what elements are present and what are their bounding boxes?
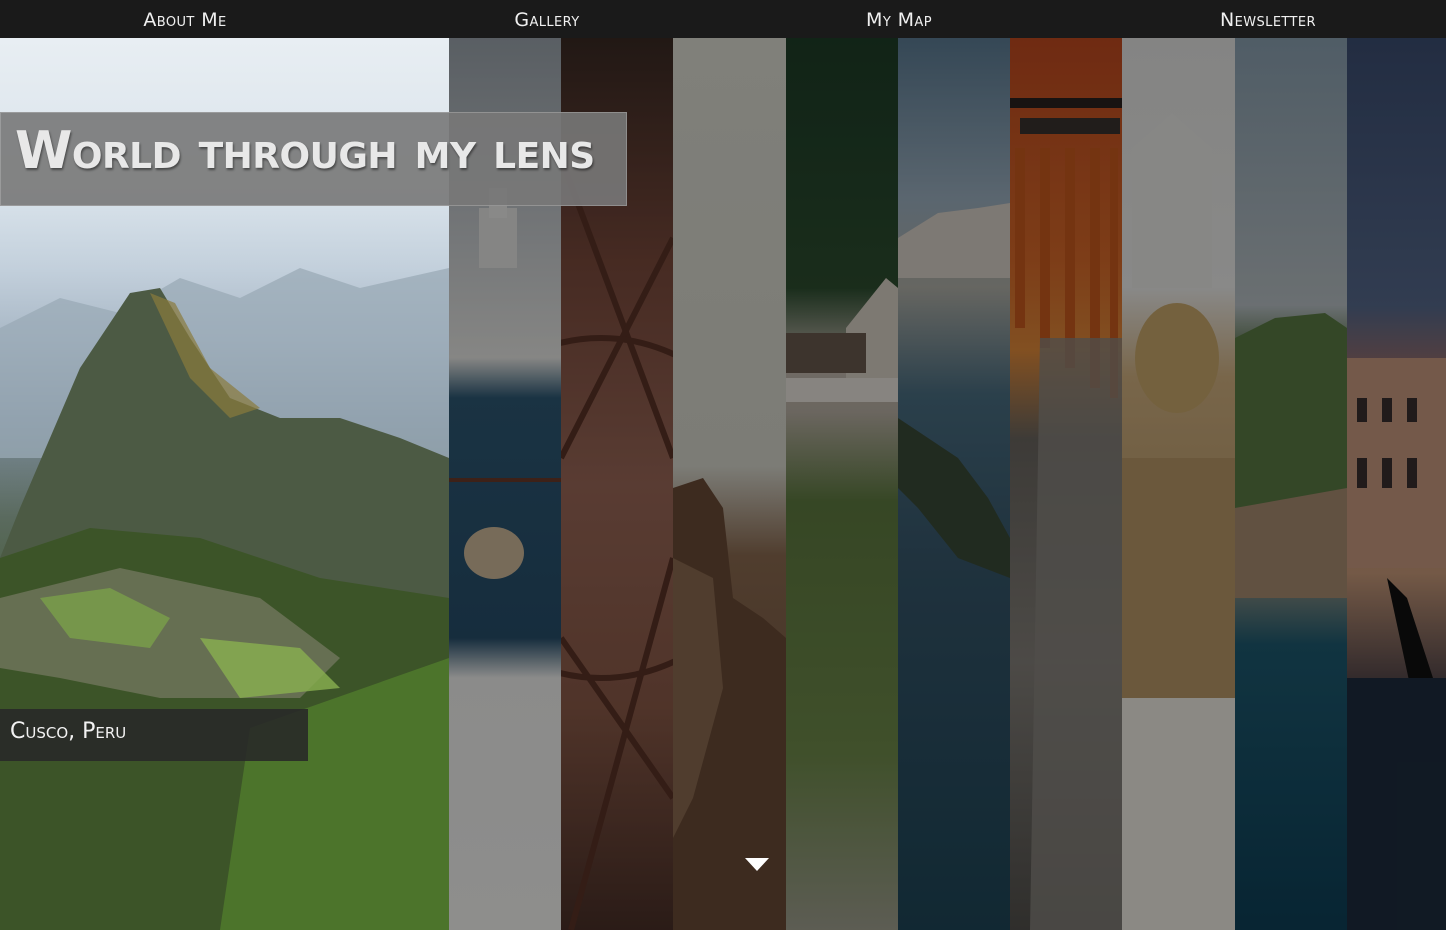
nav-my-map[interactable]: My Map bbox=[848, 0, 950, 38]
coastline-photo bbox=[1235, 313, 1347, 598]
gallery-panel-8[interactable] bbox=[1122, 38, 1235, 930]
farmhouse-photo bbox=[786, 278, 898, 402]
site-title: World through my lens bbox=[15, 121, 595, 181]
photo-caption: Cusco, Peru bbox=[0, 709, 308, 761]
torii-gates-photo bbox=[1010, 98, 1122, 930]
gallery-panel-5[interactable] bbox=[786, 38, 898, 930]
site-title-banner: World through my lens bbox=[0, 112, 627, 206]
top-navigation: About Me Gallery My Map Newsletter bbox=[0, 0, 1446, 38]
gallery-panel-9[interactable] bbox=[1235, 38, 1347, 930]
photo-caption-text: Cusco, Peru bbox=[10, 719, 127, 744]
nav-newsletter[interactable]: Newsletter bbox=[1198, 0, 1338, 38]
petra-photo bbox=[673, 478, 786, 930]
chevron-down-icon[interactable] bbox=[744, 856, 770, 872]
gallery-panel-6[interactable] bbox=[898, 38, 1010, 930]
lake-photo bbox=[898, 203, 1010, 578]
gallery-panel-10[interactable] bbox=[1347, 38, 1446, 930]
venice-photo bbox=[1347, 358, 1446, 930]
nav-about-me[interactable]: About Me bbox=[120, 0, 250, 38]
sphinx-photo bbox=[1122, 113, 1235, 930]
nav-gallery[interactable]: Gallery bbox=[490, 0, 604, 38]
gallery-panel-7[interactable] bbox=[1010, 38, 1122, 930]
gallery-panel-4[interactable] bbox=[673, 38, 786, 930]
